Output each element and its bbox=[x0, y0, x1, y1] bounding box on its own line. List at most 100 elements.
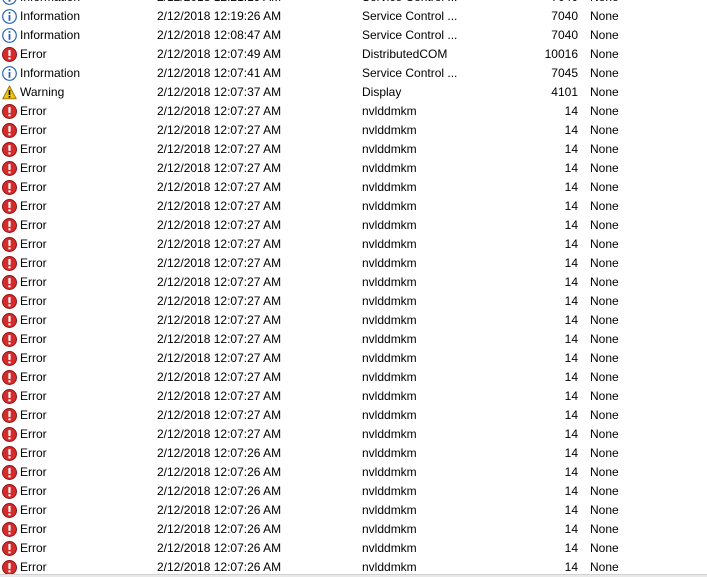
task-category-cell: None bbox=[590, 370, 619, 384]
source-cell: nvlddmkm bbox=[362, 332, 417, 346]
level-icon-cell bbox=[2, 539, 19, 558]
task-category-cell: None bbox=[590, 142, 619, 156]
event-row[interactable]: Error 2/12/2018 12:07:27 AM nvlddmkm 14 None bbox=[0, 254, 707, 273]
event-row[interactable]: Error 2/12/2018 12:07:26 AM nvlddmkm 14 None bbox=[0, 463, 707, 482]
level-icon-cell bbox=[2, 254, 19, 273]
event-row[interactable]: Information 2/12/2018 12:08:47 AM Service … bbox=[0, 26, 707, 45]
event-row[interactable]: Error 2/12/2018 12:07:27 AM nvlddmkm 14 None bbox=[0, 406, 707, 425]
task-category-cell: None bbox=[590, 161, 619, 175]
event-row[interactable]: Error 2/12/2018 12:07:26 AM nvlddmkm 14 None bbox=[0, 482, 707, 501]
event-row[interactable]: Error 2/12/2018 12:07:27 AM nvlddmkm 14 None bbox=[0, 368, 707, 387]
error-icon bbox=[2, 560, 17, 575]
date-time-cell: 2/12/2018 12:07:27 AM bbox=[157, 180, 282, 194]
warning-icon bbox=[2, 85, 17, 100]
event-row[interactable]: Error 2/12/2018 12:07:27 AM nvlddmkm 14 None bbox=[0, 159, 707, 178]
task-category-cell: None bbox=[590, 28, 619, 42]
source-cell: nvlddmkm bbox=[362, 161, 417, 175]
event-row[interactable]: Warning 2/12/2018 12:07:37 AM Display 4101 N… bbox=[0, 83, 707, 102]
event-row[interactable]: Error 2/12/2018 12:07:27 AM nvlddmkm 14 None bbox=[0, 216, 707, 235]
level-cell: Information bbox=[20, 9, 81, 23]
task-category-cell: None bbox=[590, 503, 619, 517]
source-cell: nvlddmkm bbox=[362, 351, 417, 365]
level-cell: Error bbox=[20, 294, 47, 308]
event-row[interactable]: Error 2/12/2018 12:07:27 AM nvlddmkm 14 None bbox=[0, 330, 707, 349]
source-cell: nvlddmkm bbox=[362, 370, 417, 384]
date-time-cell: 2/12/2018 12:07:27 AM bbox=[157, 370, 282, 384]
level-icon-cell bbox=[2, 330, 19, 349]
event-id-cell: 14 bbox=[564, 484, 578, 498]
date-time-cell: 2/12/2018 12:07:26 AM bbox=[157, 503, 282, 517]
level-icon-cell bbox=[2, 311, 19, 330]
information-icon bbox=[2, 28, 17, 43]
date-time-cell: 2/12/2018 12:07:27 AM bbox=[157, 142, 282, 156]
error-icon bbox=[2, 408, 17, 423]
event-row[interactable]: Error 2/12/2018 12:07:27 AM nvlddmkm 14 None bbox=[0, 197, 707, 216]
event-id-cell: 14 bbox=[564, 275, 578, 289]
event-id-cell: 14 bbox=[564, 446, 578, 460]
event-row[interactable]: Error 2/12/2018 12:07:26 AM nvlddmkm 14 None bbox=[0, 501, 707, 520]
error-icon bbox=[2, 180, 17, 195]
source-cell: DistributedCOM bbox=[362, 47, 448, 61]
event-row[interactable]: Error 2/12/2018 12:07:27 AM nvlddmkm 14 None bbox=[0, 349, 707, 368]
source-cell: Service Control ... bbox=[362, 0, 492, 7]
source-cell: nvlddmkm bbox=[362, 123, 417, 137]
level-icon-cell bbox=[2, 197, 19, 216]
task-category-cell: None bbox=[590, 199, 619, 213]
event-row[interactable]: Information 2/12/2018 12:19:26 AM Service … bbox=[0, 7, 707, 26]
source-cell: nvlddmkm bbox=[362, 389, 417, 403]
event-row[interactable]: Error 2/12/2018 12:07:27 AM nvlddmkm 14 None bbox=[0, 273, 707, 292]
event-id-cell: 14 bbox=[564, 142, 578, 156]
level-icon-cell bbox=[2, 444, 19, 463]
task-category-cell: None bbox=[590, 427, 619, 441]
error-icon bbox=[2, 389, 17, 404]
source-cell: nvlddmkm bbox=[362, 408, 417, 422]
level-cell: Error bbox=[20, 408, 47, 422]
task-category-cell: None bbox=[590, 313, 619, 327]
task-category-cell: None bbox=[590, 66, 619, 80]
event-row[interactable]: Error 2/12/2018 12:07:27 AM nvlddmkm 14 None bbox=[0, 311, 707, 330]
event-row[interactable]: Error 2/12/2018 12:07:27 AM nvlddmkm 14 None bbox=[0, 140, 707, 159]
level-cell: Error bbox=[20, 180, 47, 194]
level-icon-cell bbox=[2, 425, 19, 444]
level-icon-cell bbox=[2, 7, 19, 26]
source-cell: nvlddmkm bbox=[362, 142, 417, 156]
task-category-cell: None bbox=[590, 275, 619, 289]
task-category-cell: None bbox=[590, 465, 619, 479]
level-icon-cell bbox=[2, 159, 19, 178]
event-row[interactable]: Error 2/12/2018 12:07:27 AM nvlddmkm 14 None bbox=[0, 425, 707, 444]
event-row[interactable]: Error 2/12/2018 12:07:27 AM nvlddmkm 14 None bbox=[0, 102, 707, 121]
error-icon bbox=[2, 465, 17, 480]
event-id-cell: 14 bbox=[564, 123, 578, 137]
event-row[interactable]: Error 2/12/2018 12:07:49 AM DistributedCOM… bbox=[0, 45, 707, 64]
event-id-cell: 7040 bbox=[551, 9, 578, 23]
event-row[interactable]: Error 2/12/2018 12:07:26 AM nvlddmkm 14 None bbox=[0, 520, 707, 539]
error-icon bbox=[2, 427, 17, 442]
source-cell: nvlddmkm bbox=[362, 199, 417, 213]
event-row[interactable]: Error 2/12/2018 12:07:27 AM nvlddmkm 14 None bbox=[0, 178, 707, 197]
source-cell: nvlddmkm bbox=[362, 484, 417, 498]
task-category-cell: None bbox=[590, 47, 619, 61]
event-row[interactable]: Error 2/12/2018 12:07:27 AM nvlddmkm 14 None bbox=[0, 387, 707, 406]
source-cell: nvlddmkm bbox=[362, 180, 417, 194]
event-id-cell: 14 bbox=[564, 237, 578, 251]
event-row[interactable]: Error 2/12/2018 12:07:27 AM nvlddmkm 14 None bbox=[0, 235, 707, 254]
level-cell: Error bbox=[20, 332, 47, 346]
event-row[interactable]: Information 2/12/2018 12:21:19 AM Service … bbox=[0, 0, 707, 7]
level-cell: Error bbox=[20, 161, 47, 175]
event-row[interactable]: Error 2/12/2018 12:07:27 AM nvlddmkm 14 None bbox=[0, 121, 707, 140]
event-row[interactable]: Error 2/12/2018 12:07:26 AM nvlddmkm 14 None bbox=[0, 539, 707, 558]
event-id-cell: 14 bbox=[564, 294, 578, 308]
task-category-cell: None bbox=[590, 332, 619, 346]
task-category-cell: None bbox=[590, 408, 619, 422]
date-time-cell: 2/12/2018 12:07:27 AM bbox=[157, 256, 282, 270]
level-cell: Error bbox=[20, 522, 47, 536]
event-row[interactable]: Error 2/12/2018 12:07:27 AM nvlddmkm 14 None bbox=[0, 292, 707, 311]
event-row[interactable]: Error 2/12/2018 12:07:26 AM nvlddmkm 14 None bbox=[0, 444, 707, 463]
level-cell: Information bbox=[20, 0, 150, 7]
task-category-cell: None bbox=[590, 180, 619, 194]
event-id-cell: 4101 bbox=[551, 85, 578, 99]
event-list[interactable]: Information 2/12/2018 12:21:19 AM Service … bbox=[0, 0, 707, 577]
event-row[interactable]: Information 2/12/2018 12:07:41 AM Service … bbox=[0, 64, 707, 83]
error-icon bbox=[2, 256, 17, 271]
level-icon-cell bbox=[2, 292, 19, 311]
